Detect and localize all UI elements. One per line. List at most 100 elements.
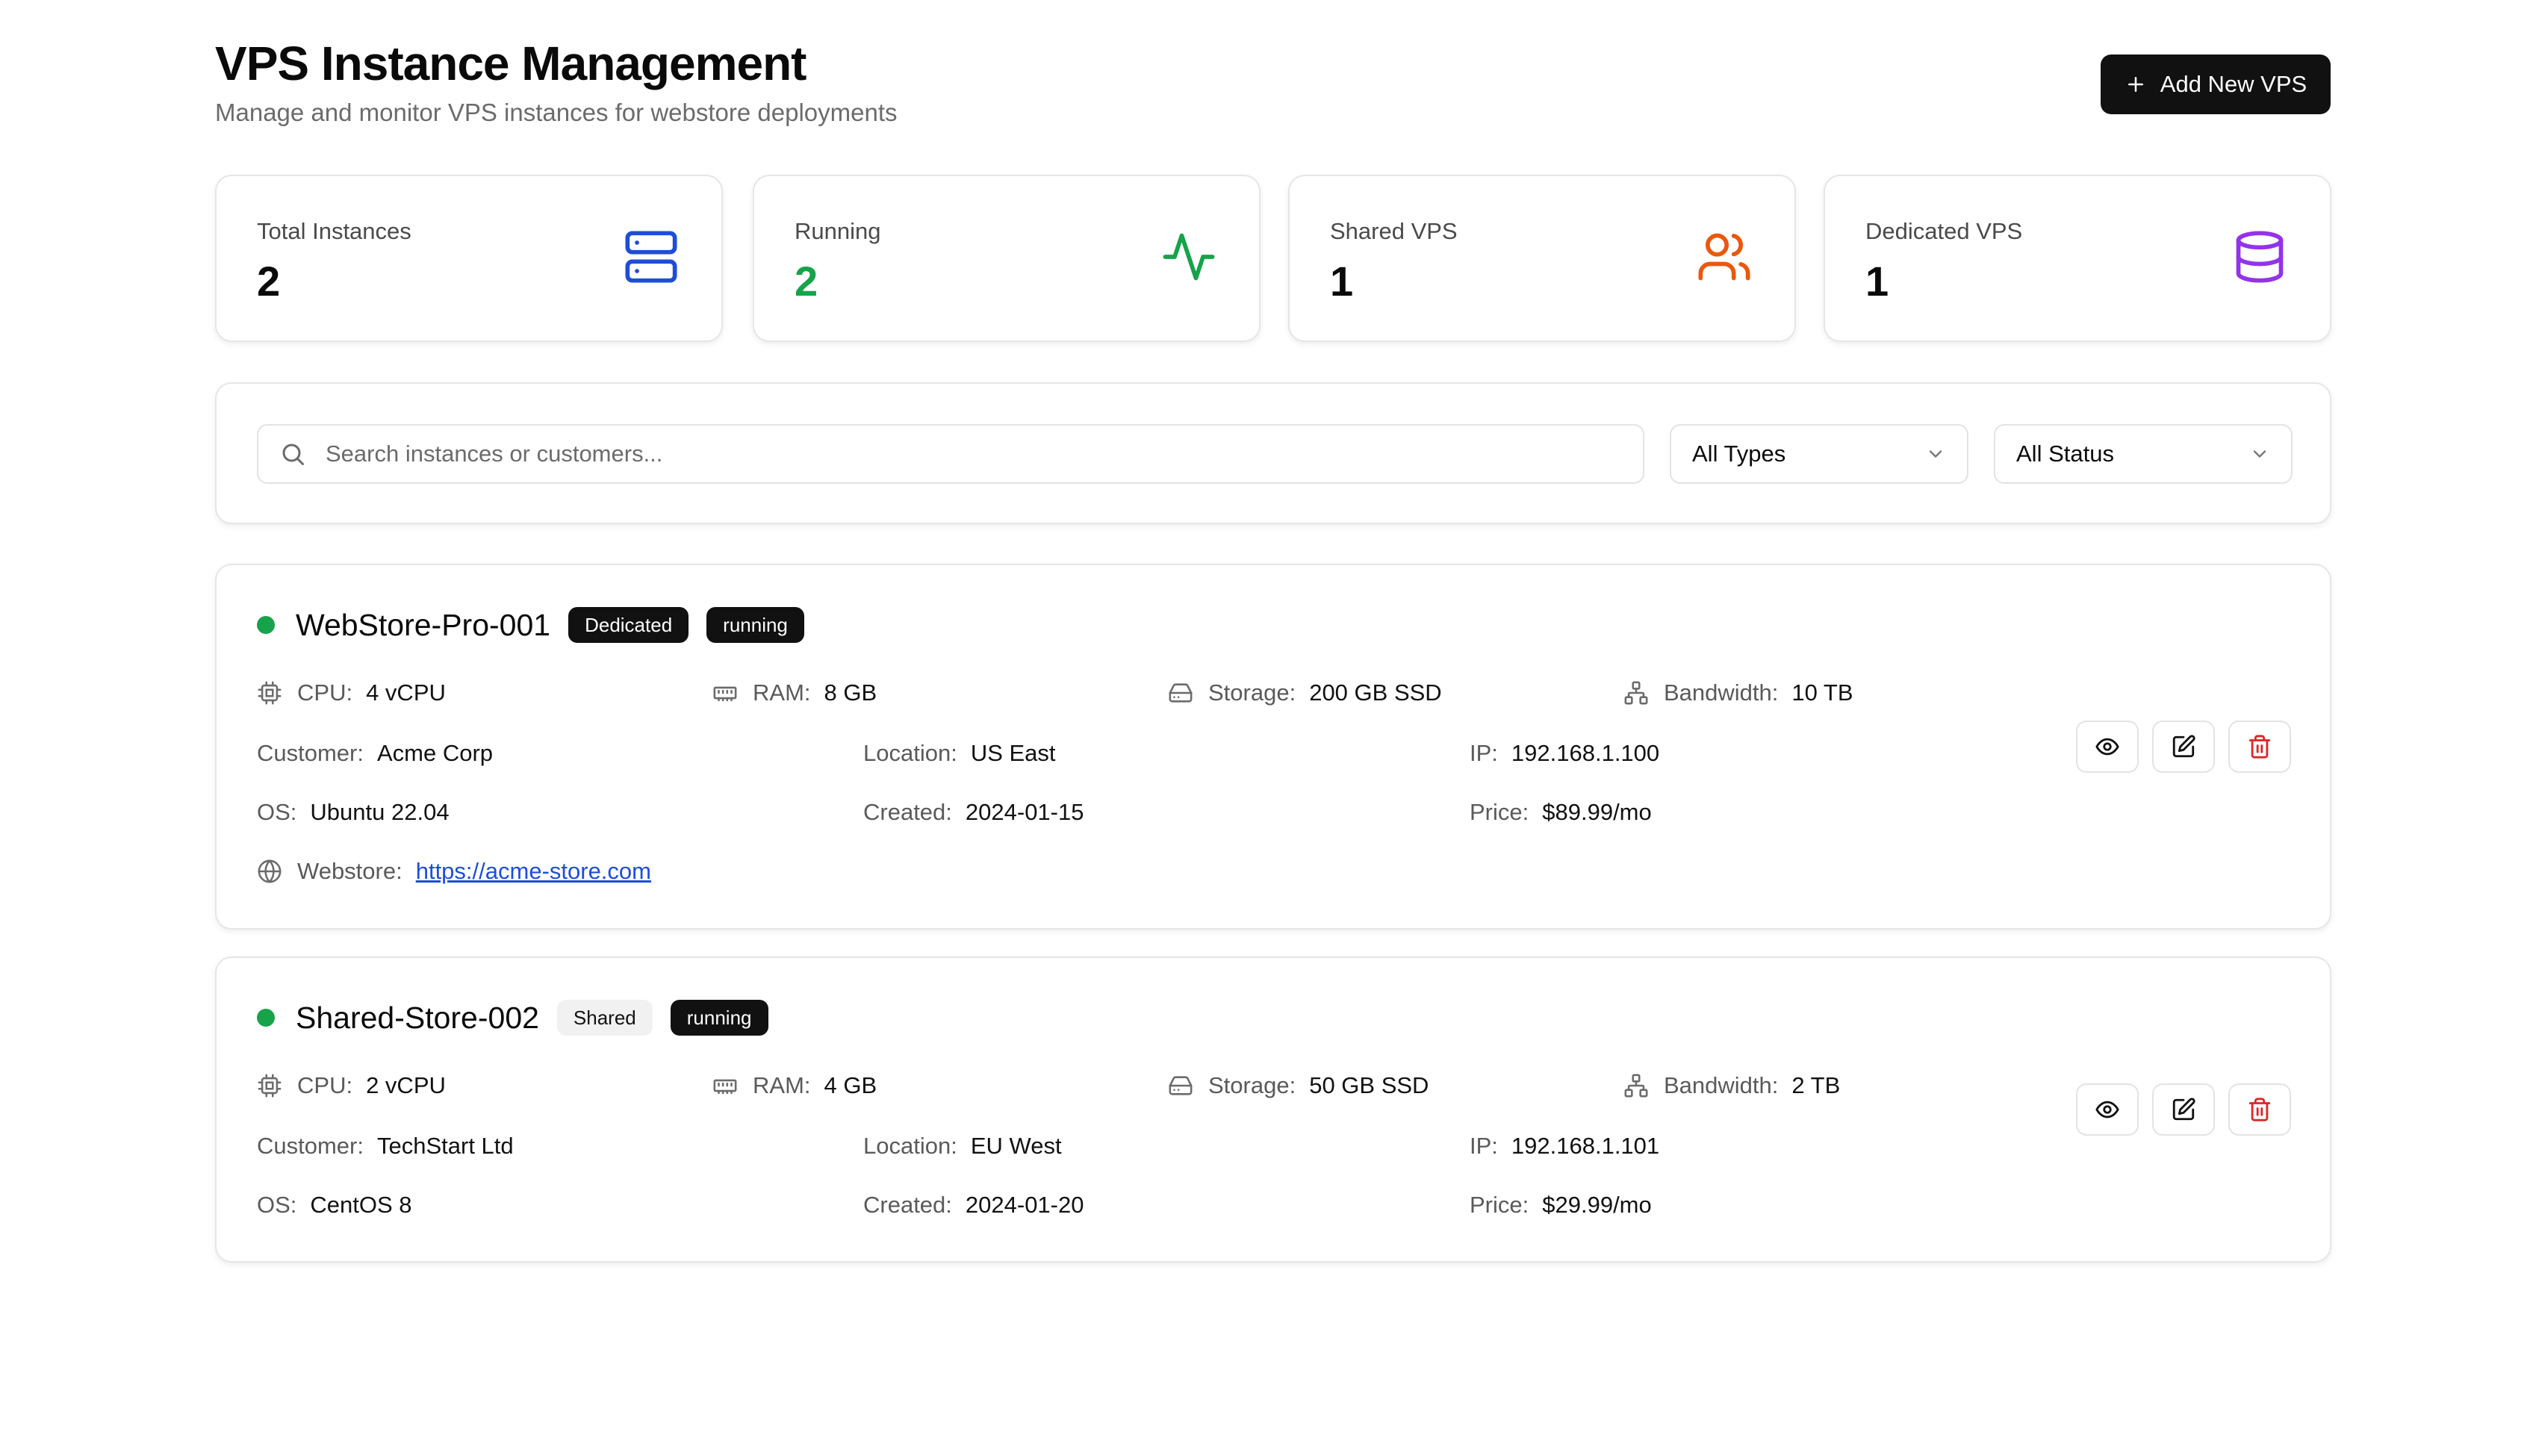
stat-label: Running [795, 218, 881, 244]
spec-value: 50 GB SSD [1309, 1072, 1429, 1098]
field-value: $29.99/mo [1542, 1192, 1652, 1218]
type-select[interactable]: All Types [1670, 424, 1968, 484]
trash-icon [2248, 735, 2271, 759]
add-new-vps-button[interactable]: Add New VPS [2101, 55, 2331, 114]
field-value: CentOS 8 [310, 1192, 412, 1218]
search-input[interactable] [324, 440, 1597, 468]
field-value: 192.168.1.100 [1511, 740, 1660, 766]
search-box[interactable] [257, 424, 1644, 484]
spec-value: 8 GB [824, 679, 877, 706]
spec-bandwidth: Bandwidth: 2 TB [1623, 1072, 1840, 1099]
view-button[interactable] [2076, 1083, 2139, 1136]
filter-bar: All Types All Status [215, 382, 2331, 524]
spec-value: 10 TB [1791, 679, 1853, 706]
field-value: $89.99/mo [1542, 799, 1652, 825]
field-webstore: Webstore: https://acme-store.com [257, 858, 651, 885]
field-label: Created: [863, 1192, 952, 1218]
field-value: 2024-01-15 [965, 799, 1084, 825]
stat-card-total-instances: Total Instances 2 [215, 175, 723, 342]
status-badge: running [670, 1000, 768, 1036]
cpu-icon [258, 681, 282, 705]
stat-card-shared-vps: Shared VPS 1 [1288, 175, 1796, 342]
field-label: Location: [863, 1133, 957, 1159]
stat-card-dedicated-vps: Dedicated VPS 1 [1824, 175, 2331, 342]
vps-management-page: VPS Instance Management Manage and monit… [0, 0, 2530, 1456]
spec-cpu: CPU: 2 vCPU [257, 1072, 446, 1099]
cpu-icon [258, 1074, 282, 1098]
delete-button[interactable] [2228, 721, 2291, 773]
memory-icon [713, 1079, 737, 1095]
edit-icon [2172, 735, 2195, 758]
chevron-down-icon [2253, 450, 2266, 458]
delete-button[interactable] [2228, 1083, 2291, 1136]
field-value: 192.168.1.101 [1511, 1133, 1660, 1159]
spec-label: RAM: [753, 1072, 811, 1098]
stat-card-running: Running 2 [753, 175, 1261, 342]
field-label: Webstore: [297, 858, 402, 884]
spec-bandwidth: Bandwidth: 10 TB [1623, 679, 1853, 706]
spec-ram: RAM: 8 GB [712, 679, 877, 706]
webstore-link[interactable]: https://acme-store.com [416, 858, 651, 885]
field-value: 2024-01-20 [965, 1192, 1084, 1218]
field-label: Customer: [257, 740, 364, 766]
field-label: Customer: [257, 1133, 364, 1159]
field-value: Ubuntu 22.04 [310, 799, 450, 825]
stat-value: 2 [795, 258, 818, 305]
field-label: Location: [863, 740, 957, 766]
status-badge: running [706, 607, 804, 643]
edit-button[interactable] [2152, 721, 2215, 773]
activity-icon [1163, 233, 1215, 281]
type-badge: Dedicated [568, 607, 689, 643]
field-created: Created: 2024-01-20 [863, 1192, 1084, 1219]
field-label: OS: [257, 799, 297, 825]
type-select-value: All Types [1692, 441, 1786, 467]
page-title: VPS Instance Management [215, 37, 806, 90]
eye-icon [2095, 1101, 2119, 1119]
spec-value: 200 GB SSD [1309, 679, 1442, 706]
instance-header: WebStore-Pro-001 Dedicated running [257, 607, 804, 643]
users-icon [1698, 233, 1750, 281]
spec-label: Bandwidth: [1664, 1072, 1779, 1098]
spec-label: Storage: [1208, 1072, 1296, 1098]
stat-value: 1 [1865, 258, 1889, 305]
spec-ram: RAM: 4 GB [712, 1072, 877, 1099]
field-value: US East [970, 740, 1056, 766]
spec-value: 2 TB [1791, 1072, 1841, 1098]
memory-icon [713, 686, 737, 702]
field-price: Price: $29.99/mo [1470, 1192, 1652, 1219]
field-created: Created: 2024-01-15 [863, 799, 1084, 826]
instance-name: WebStore-Pro-001 [296, 607, 551, 642]
database-icon [2236, 231, 2284, 283]
field-ip: IP: 192.168.1.100 [1470, 740, 1659, 767]
field-label: Price: [1470, 1192, 1529, 1218]
field-location: Location: EU West [863, 1133, 1062, 1160]
globe-icon [258, 859, 282, 883]
server-icon [625, 231, 677, 283]
spec-storage: Storage: 50 GB SSD [1168, 1072, 1429, 1099]
stat-label: Shared VPS [1330, 218, 1458, 244]
plus-icon [2128, 77, 2143, 92]
spec-value: 4 vCPU [366, 679, 446, 706]
spec-cpu: CPU: 4 vCPU [257, 679, 446, 706]
vps-instance-card: WebStore-Pro-001 Dedicated running CPU: … [215, 564, 2331, 930]
status-select[interactable]: All Status [1994, 424, 2293, 484]
instance-name: Shared-Store-002 [296, 1000, 539, 1035]
field-label: IP: [1470, 1133, 1498, 1159]
field-value: EU West [970, 1133, 1062, 1159]
view-button[interactable] [2076, 721, 2139, 773]
search-icon [282, 444, 304, 465]
field-value: Acme Corp [376, 740, 494, 766]
status-select-value: All Status [2016, 441, 2114, 467]
edit-button[interactable] [2152, 1083, 2215, 1136]
field-price: Price: $89.99/mo [1470, 799, 1652, 826]
page-subtitle: Manage and monitor VPS instances for web… [215, 99, 898, 126]
add-new-vps-label: Add New VPS [2160, 71, 2307, 97]
stat-value: 2 [257, 258, 281, 305]
spec-label: Bandwidth: [1664, 679, 1779, 706]
spec-label: RAM: [753, 679, 811, 706]
trash-icon [2248, 1098, 2271, 1121]
stat-label: Dedicated VPS [1865, 218, 2023, 244]
status-dot [257, 616, 275, 634]
chevron-down-icon [1929, 450, 1942, 458]
hard-drive-icon [1169, 683, 1193, 703]
